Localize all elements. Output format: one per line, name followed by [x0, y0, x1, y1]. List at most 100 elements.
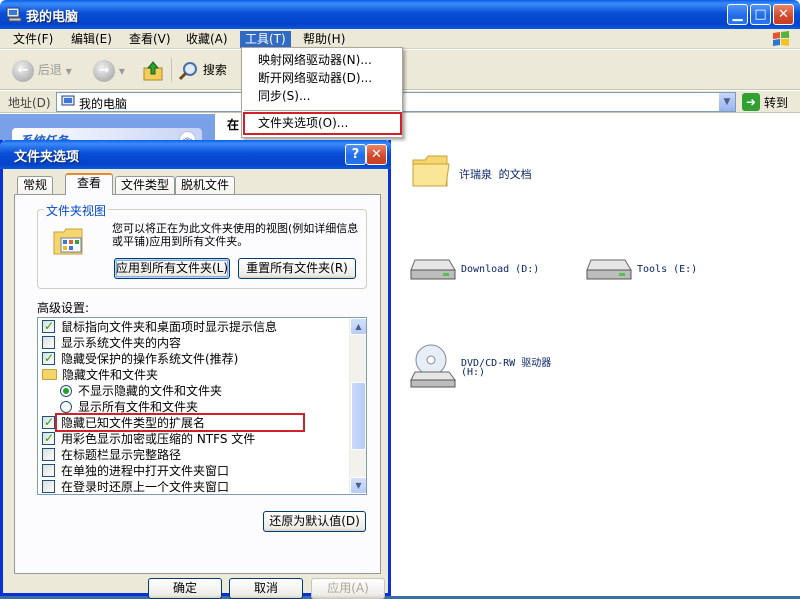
drive-d-item[interactable]: Download (D:): [409, 252, 549, 288]
setting-color-ntfs[interactable]: 用彩色显示加密或压缩的 NTFS 文件: [42, 430, 256, 447]
minimize-icon: ▁: [732, 7, 743, 22]
tab-general[interactable]: 常规: [17, 176, 54, 194]
search-label: 搜索: [202, 63, 227, 77]
minimize-button[interactable]: ▁: [727, 4, 748, 25]
checkbox-checked-icon: [42, 414, 55, 430]
setting-separate-process[interactable]: 在单独的进程中打开文件夹窗口: [42, 463, 229, 479]
setting-label: 显示系统文件夹的内容: [61, 336, 182, 350]
setting-label: 不显示隐藏的文件和文件夹: [78, 384, 223, 398]
chevron-down-icon: ▼: [723, 97, 731, 107]
setting-label: 在标题栏显示完整路径: [61, 448, 182, 462]
address-value: 我的电脑: [79, 97, 128, 111]
folder-options-dialog: 文件夹选项 ? ✕ 常规 查看 文件类型 脱机文件 文件夹视图 您可以将正在为此…: [0, 140, 391, 599]
go-arrow-icon[interactable]: ➜: [742, 93, 760, 111]
menu-help[interactable]: 帮助(H): [298, 31, 350, 48]
close-icon: ✕: [371, 147, 382, 162]
back-button[interactable]: ← 后退 ▼: [12, 58, 72, 82]
computer-icon: [6, 7, 22, 22]
drive-e-item[interactable]: Tools (E:): [585, 252, 725, 288]
menu-edit[interactable]: 编辑(E): [66, 31, 117, 48]
chevron-up-icon: ▲: [355, 322, 362, 331]
my-documents-item[interactable]: 许瑞泉 的文档: [411, 150, 571, 194]
scroll-up-button[interactable]: ▲: [350, 318, 366, 335]
setting-hidden-files-folder: 隐藏文件和文件夹: [42, 367, 158, 383]
explorer-title: 我的电脑: [26, 10, 79, 25]
folder-options-highlight: [243, 112, 402, 135]
address-label: 地址(D): [8, 96, 51, 110]
explorer-title-bar[interactable]: 我的电脑 ▁ □ ✕: [0, 0, 800, 29]
checkbox-checked-icon: [42, 430, 55, 446]
radio-unchecked-icon: [60, 401, 72, 413]
dvd-drive-icon: [410, 344, 456, 388]
folder-up-icon: [143, 60, 163, 80]
dropdown-arrow-icon: ▼: [118, 67, 125, 76]
maximize-icon: □: [754, 7, 767, 22]
tab-strip: 常规 查看 文件类型 脱机文件: [17, 173, 377, 196]
hard-drive-icon: [586, 259, 632, 280]
menu-favorites[interactable]: 收藏(A): [181, 31, 233, 48]
apply-to-all-folders-button[interactable]: 应用到所有文件夹(L): [114, 258, 230, 279]
go-button[interactable]: 转到: [764, 94, 788, 111]
checkbox-checked-icon: [42, 318, 55, 334]
view-tab-page: 文件夹视图 您可以将正在为此文件夹使用的视图(例如详细信息或平铺)应用到所有文件…: [14, 194, 381, 574]
menu-bar: 文件(F) 编辑(E) 查看(V) 收藏(A) 工具(T) 帮助(H): [0, 29, 800, 49]
forward-arrow-icon: →: [93, 59, 115, 82]
folder-views-caption: 文件夹视图: [44, 202, 109, 219]
forward-button[interactable]: → ▼: [93, 58, 125, 82]
help-button[interactable]: ?: [345, 144, 366, 165]
menu-tools[interactable]: 工具(T): [240, 31, 291, 48]
back-arrow-icon: ←: [12, 59, 34, 82]
setting-label: 鼠标指向文件夹和桌面项时显示提示信息: [61, 320, 278, 334]
question-mark-icon: ?: [351, 147, 360, 162]
menu-view[interactable]: 查看(V): [124, 31, 176, 48]
setting-hide-protected-os-files[interactable]: 隐藏受保护的操作系统文件(推荐): [42, 350, 238, 367]
setting-show-tooltips[interactable]: 鼠标指向文件夹和桌面项时显示提示信息: [42, 318, 278, 335]
reset-all-folders-button[interactable]: 重置所有文件夹(R): [238, 258, 356, 279]
tab-view[interactable]: 查看: [65, 173, 113, 195]
up-button[interactable]: [142, 58, 164, 82]
setting-show-system-folder-contents[interactable]: 显示系统文件夹的内容: [42, 335, 181, 351]
setting-label: 显示所有文件和文件夹: [78, 400, 199, 414]
maximize-button[interactable]: □: [750, 4, 771, 25]
toolbar-separator: [171, 58, 172, 82]
drive-d-label: Download (D:): [461, 264, 540, 275]
dialog-title: 文件夹选项: [14, 150, 80, 165]
dialog-close-button[interactable]: ✕: [366, 144, 387, 165]
drive-e-label: Tools (E:): [637, 264, 698, 275]
back-label: 后退: [37, 63, 62, 77]
checkbox-unchecked-icon: [42, 480, 55, 493]
checkbox-unchecked-icon: [42, 336, 55, 349]
folder-view-icon: [53, 228, 83, 255]
scroll-thumb[interactable]: [351, 382, 366, 450]
dropdown-arrow-icon: ▼: [65, 67, 72, 76]
dialog-title-bar[interactable]: 文件夹选项 ? ✕: [0, 140, 391, 169]
setting-restore-folder-windows[interactable]: 在登录时还原上一个文件夹窗口: [42, 479, 229, 494]
hide-extensions-highlight: [55, 413, 305, 432]
menu-file[interactable]: 文件(F): [8, 31, 58, 48]
checkbox-unchecked-icon: [42, 448, 55, 461]
settings-scrollbar[interactable]: ▲ ▼: [349, 318, 366, 494]
setting-do-not-show-hidden[interactable]: 不显示隐藏的文件和文件夹: [60, 383, 222, 399]
dvd-drive-item[interactable]: DVD/CD-RW 驱动器 (H:): [409, 342, 579, 392]
section-header: 在: [227, 118, 240, 132]
close-button[interactable]: ✕: [773, 4, 794, 25]
menu-synchronize[interactable]: 同步(S)...: [244, 87, 400, 105]
advanced-settings-list: 鼠标指向文件夹和桌面项时显示提示信息 显示系统文件夹的内容 隐藏受保护的操作系统…: [37, 317, 367, 495]
search-button[interactable]: 搜索: [177, 58, 227, 82]
restore-defaults-button[interactable]: 还原为默认值(D): [263, 511, 366, 532]
setting-full-path-title[interactable]: 在标题栏显示完整路径: [42, 447, 181, 463]
setting-label: 用彩色显示加密或压缩的 NTFS 文件: [61, 432, 256, 446]
advanced-settings-label: 高级设置:: [37, 301, 90, 315]
setting-label: 在单独的进程中打开文件夹窗口: [61, 464, 230, 478]
scroll-down-button[interactable]: ▼: [350, 477, 366, 494]
windows-logo-icon: [773, 31, 789, 46]
tab-file-types[interactable]: 文件类型: [115, 176, 176, 194]
folder-views-description: 您可以将正在为此文件夹使用的视图(例如详细信息或平铺)应用到所有文件夹。: [112, 222, 359, 248]
menu-map-network-drive[interactable]: 映射网络驱动器(N)...: [244, 51, 400, 69]
radio-checked-icon: [60, 385, 72, 397]
address-dropdown-button[interactable]: ▼: [718, 93, 735, 111]
checkbox-checked-icon: [42, 350, 55, 366]
menu-disconnect-network-drive[interactable]: 断开网络驱动器(D)...: [244, 69, 400, 87]
search-icon: [178, 61, 197, 80]
tab-offline-files[interactable]: 脱机文件: [175, 176, 236, 194]
